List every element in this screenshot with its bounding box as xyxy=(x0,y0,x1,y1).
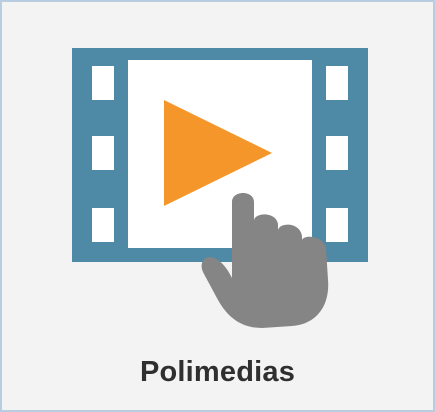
polimedias-tile[interactable]: Polimedias xyxy=(0,0,435,412)
video-play-touch-icon xyxy=(72,42,368,332)
film-strip-icon xyxy=(72,48,368,328)
sprocket-hole xyxy=(92,66,114,100)
sprocket-hole xyxy=(326,136,348,170)
sprocket-hole xyxy=(326,208,348,242)
tile-label: Polimedias xyxy=(139,356,296,388)
sprocket-hole xyxy=(92,136,114,170)
sprocket-hole xyxy=(92,208,114,242)
sprocket-hole xyxy=(326,66,348,100)
